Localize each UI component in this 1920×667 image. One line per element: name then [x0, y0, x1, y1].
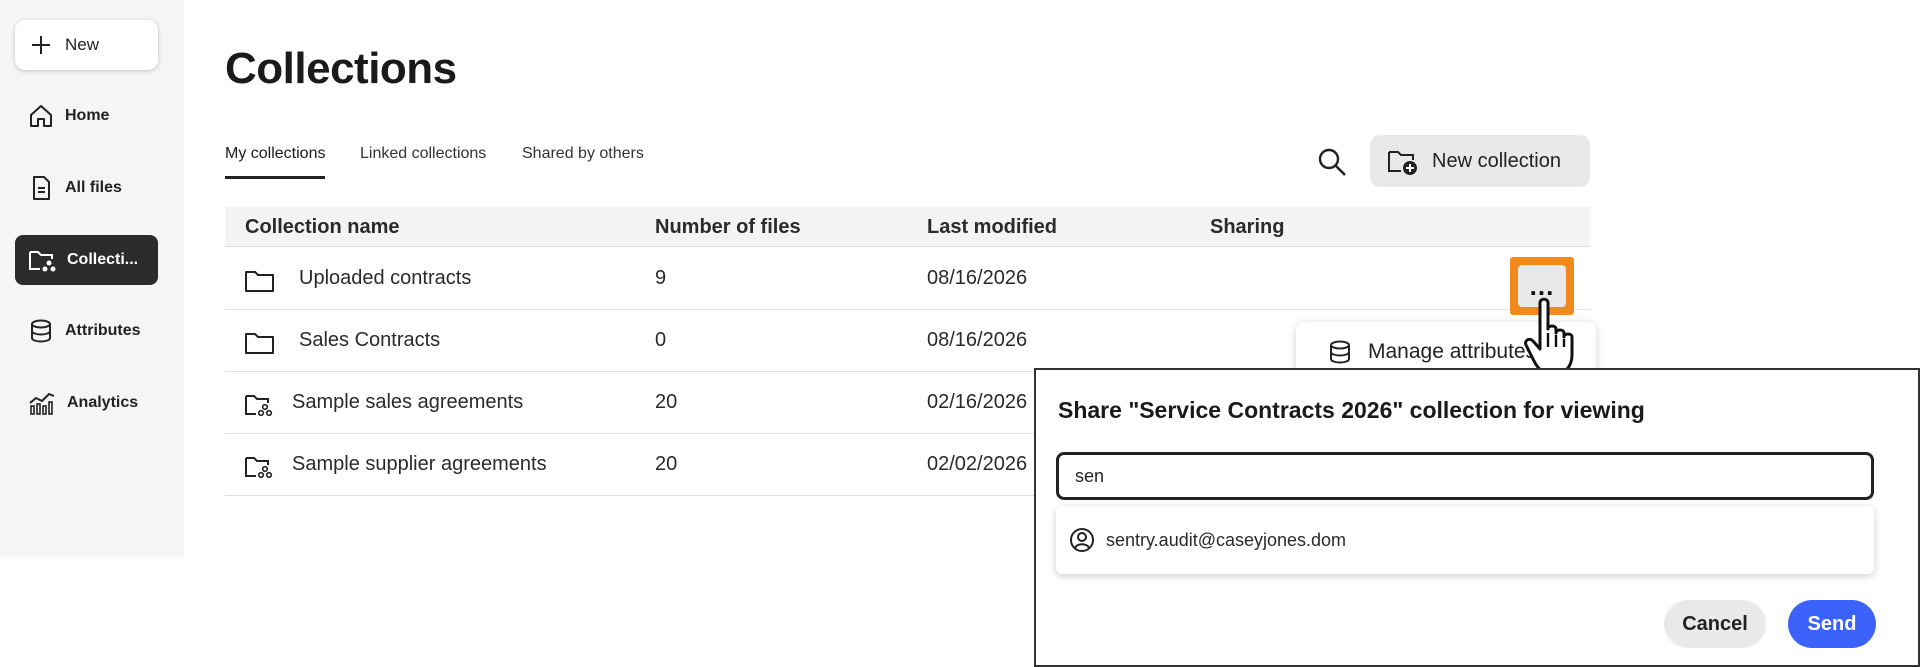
suggestion-email: sentry.audit@caseyjones.dom — [1106, 529, 1347, 550]
collection-name[interactable]: Sample supplier agreements — [292, 453, 547, 476]
new-button-label: New — [65, 35, 100, 54]
column-header-modified[interactable]: Last modified — [927, 216, 1057, 239]
sidebar-item-label: Analytics — [67, 394, 139, 411]
sidebar-item-label: Collecti... — [67, 251, 139, 268]
column-header-files[interactable]: Number of files — [655, 216, 801, 239]
folder-icon — [245, 271, 274, 292]
send-button[interactable]: Send — [1788, 600, 1876, 648]
sidebar-item-analytics[interactable]: Analytics — [15, 378, 158, 428]
collection-name[interactable]: Uploaded contracts — [299, 267, 471, 290]
hand-cursor-icon — [1524, 297, 1574, 377]
sidebar: New Home All files Collecti... Attribute… — [0, 0, 184, 557]
dialog-title: Share "Service Contracts 2026" collectio… — [1058, 397, 1645, 423]
sidebar-item-all-files[interactable]: All files — [15, 163, 158, 213]
new-collection-label: New collection — [1432, 149, 1561, 172]
column-header-name[interactable]: Collection name — [245, 216, 399, 239]
folder-shared-icon — [245, 457, 273, 479]
folder-icon — [245, 333, 274, 354]
menu-item-manage-attributes[interactable]: Manage attributes — [1368, 340, 1536, 364]
suggestion-item[interactable]: sentry.audit@caseyjones.dom — [1056, 506, 1874, 574]
folder-add-icon — [1388, 151, 1417, 175]
file-count: 0 — [655, 329, 667, 351]
page-title: Collections — [225, 44, 457, 93]
share-recipient-input[interactable] — [1056, 452, 1874, 500]
sidebar-item-label: Home — [65, 107, 110, 124]
database-icon — [1330, 340, 1350, 364]
new-button[interactable]: New — [15, 20, 158, 70]
file-count: 9 — [655, 267, 667, 289]
user-avatar-icon — [1070, 528, 1094, 552]
file-count: 20 — [655, 453, 678, 475]
sidebar-item-label: All files — [65, 179, 122, 196]
collection-name[interactable]: Sample sales agreements — [292, 391, 523, 414]
file-count: 20 — [655, 391, 678, 413]
database-icon — [31, 319, 51, 343]
cancel-button[interactable]: Cancel — [1664, 600, 1766, 648]
sidebar-item-attributes[interactable]: Attributes — [15, 306, 158, 356]
sidebar-item-collections[interactable]: Collecti... — [15, 235, 158, 285]
analytics-icon — [29, 392, 55, 415]
last-modified: 02/02/2026 — [927, 453, 1028, 475]
last-modified: 02/16/2026 — [927, 391, 1028, 413]
last-modified: 08/16/2026 — [927, 329, 1028, 351]
tab-my-collections[interactable]: My collections — [225, 145, 326, 179]
file-icon — [33, 176, 50, 200]
tab-shared-by-others[interactable]: Shared by others — [522, 145, 644, 179]
share-dialog: Share "Service Contracts 2026" collectio… — [1034, 368, 1920, 667]
search-icon — [1318, 148, 1346, 176]
folder-shared-icon — [29, 251, 56, 272]
collection-name[interactable]: Sales Contracts — [299, 329, 440, 352]
folder-shared-icon — [245, 395, 273, 417]
search-button[interactable] — [1312, 142, 1352, 182]
table-header: Collection name Number of files Last mod… — [225, 207, 1590, 247]
sidebar-item-label: Attributes — [65, 322, 141, 339]
tab-linked-collections[interactable]: Linked collections — [360, 145, 486, 179]
home-icon — [30, 105, 52, 127]
sidebar-item-home[interactable]: Home — [15, 91, 158, 141]
column-header-sharing[interactable]: Sharing — [1210, 216, 1284, 239]
new-collection-button[interactable]: New collection — [1370, 135, 1590, 187]
plus-icon — [32, 36, 50, 54]
last-modified: 08/16/2026 — [927, 267, 1028, 289]
table-row[interactable]: Uploaded contracts 9 08/16/2026 — [225, 248, 1590, 310]
